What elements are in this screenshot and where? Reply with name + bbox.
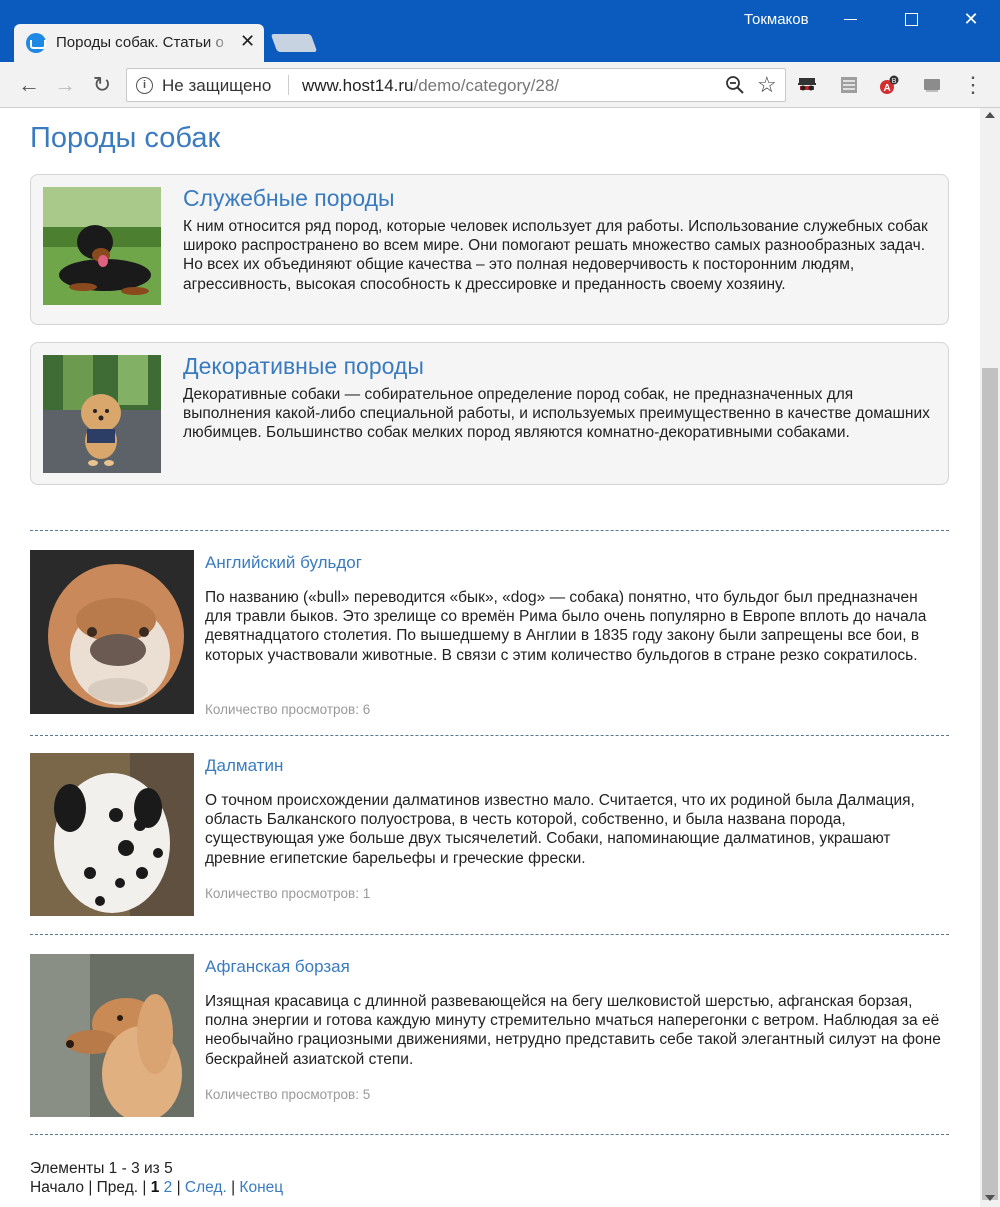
address-bar[interactable]: i Не защищено www.host14.ru/demo/categor… <box>126 68 786 102</box>
new-tab-button[interactable] <box>270 34 318 52</box>
url-host: www.host14.ru <box>302 76 414 95</box>
adblock-extension-icon[interactable]: A B <box>879 75 899 95</box>
article-title-dalmatian[interactable]: Далматин <box>205 756 283 776</box>
pager-prev: Пред. <box>96 1179 139 1196</box>
reload-button[interactable]: ↻ <box>87 70 117 100</box>
security-status[interactable]: Не защищено <box>162 76 271 96</box>
site-favicon-icon <box>26 33 46 53</box>
afghan-hound-image[interactable] <box>30 954 194 1117</box>
svg-text:A: A <box>884 83 891 94</box>
category-description: Декоративные собаки — собирательное опре… <box>183 386 930 442</box>
divider <box>30 934 949 935</box>
category-description: К ним относится ряд пород, которые челов… <box>183 218 928 293</box>
pager-separator: | <box>226 1179 240 1196</box>
browser-tab-active[interactable]: Породы собак. Статьи о ✕ <box>14 24 264 62</box>
info-icon[interactable]: i <box>136 77 153 94</box>
pagination-info: Элементы 1 - 3 из 5 <box>30 1160 173 1177</box>
divider <box>30 1134 949 1135</box>
scroll-up-arrow-icon[interactable] <box>985 112 995 118</box>
pager-separator: | <box>84 1179 97 1196</box>
reader-extension-icon[interactable] <box>839 75 859 95</box>
pagination: Начало | Пред. | 1 2 | След. | Конец <box>30 1179 283 1197</box>
minimize-button[interactable] <box>836 6 866 32</box>
url-path: /demo/category/28/ <box>413 76 560 95</box>
pager-separator: | <box>138 1179 151 1196</box>
pager-current-page: 1 <box>150 1179 160 1196</box>
maximize-button[interactable] <box>896 6 926 32</box>
page-title: Породы собак <box>30 122 221 154</box>
article-title-bulldog[interactable]: Английский бульдог <box>205 553 362 573</box>
tab-close-icon[interactable]: ✕ <box>240 31 255 52</box>
pager-last-link[interactable]: Конец <box>239 1179 283 1196</box>
window-titlebar: Породы собак. Статьи о ✕ Токмаков ✕ <box>0 0 1000 62</box>
vertical-scrollbar[interactable] <box>980 108 1000 1207</box>
forward-button[interactable]: → <box>50 70 80 100</box>
pomeranian-thumbnail[interactable] <box>43 355 161 473</box>
dalmatian-image[interactable] <box>30 753 194 916</box>
pager-separator: | <box>172 1179 185 1196</box>
scroll-down-arrow-icon[interactable] <box>985 1195 995 1201</box>
tab-title: Породы собак. Статьи о <box>56 34 224 51</box>
menu-icon[interactable]: ⋮ <box>962 72 984 98</box>
rottweiler-thumbnail[interactable] <box>43 187 161 305</box>
divider <box>30 530 949 531</box>
article-text: Изящная красавица с длинной развевающейс… <box>205 993 941 1068</box>
svg-text:B: B <box>892 78 897 85</box>
page-viewport: Породы собак Служебные породы К ним отно… <box>0 108 980 1207</box>
article-title-afghan-hound[interactable]: Афганская борзая <box>205 957 350 977</box>
incognito-extension-icon[interactable] <box>797 75 817 95</box>
bulldog-image[interactable] <box>30 550 194 714</box>
back-button[interactable]: ← <box>14 70 44 100</box>
article-text: По названию («bull» переводится «бык», «… <box>205 589 927 664</box>
view-count: Количество просмотров: 1 <box>205 886 371 901</box>
category-card: Служебные породы К ним относится ряд пор… <box>30 174 949 325</box>
browser-toolbar: ← → ↻ i Не защищено www.host14.ru/demo/c… <box>0 62 1000 108</box>
view-count: Количество просмотров: 5 <box>205 1087 371 1102</box>
pager-first: Начало <box>30 1179 85 1196</box>
cast-extension-icon[interactable] <box>922 75 942 95</box>
star-icon[interactable]: ☆ <box>757 72 777 98</box>
address-separator <box>288 75 289 95</box>
view-count: Количество просмотров: 6 <box>205 702 371 717</box>
scrollbar-thumb[interactable] <box>982 368 998 1200</box>
pager-page-2-link[interactable]: 2 <box>164 1179 173 1196</box>
close-window-button[interactable]: ✕ <box>956 6 986 32</box>
url-text[interactable]: www.host14.ru/demo/category/28/ <box>302 76 559 96</box>
category-card: Декоративные породы Декоративные собаки … <box>30 342 949 485</box>
profile-name[interactable]: Токмаков <box>744 11 809 28</box>
pager-next-link[interactable]: След. <box>185 1179 227 1196</box>
divider <box>30 735 949 736</box>
article-text: О точном происхождении далматинов извест… <box>205 792 915 867</box>
category-title-service[interactable]: Служебные породы <box>183 185 395 212</box>
zoom-out-icon[interactable] <box>725 75 745 95</box>
category-title-decorative[interactable]: Декоративные породы <box>183 353 424 380</box>
